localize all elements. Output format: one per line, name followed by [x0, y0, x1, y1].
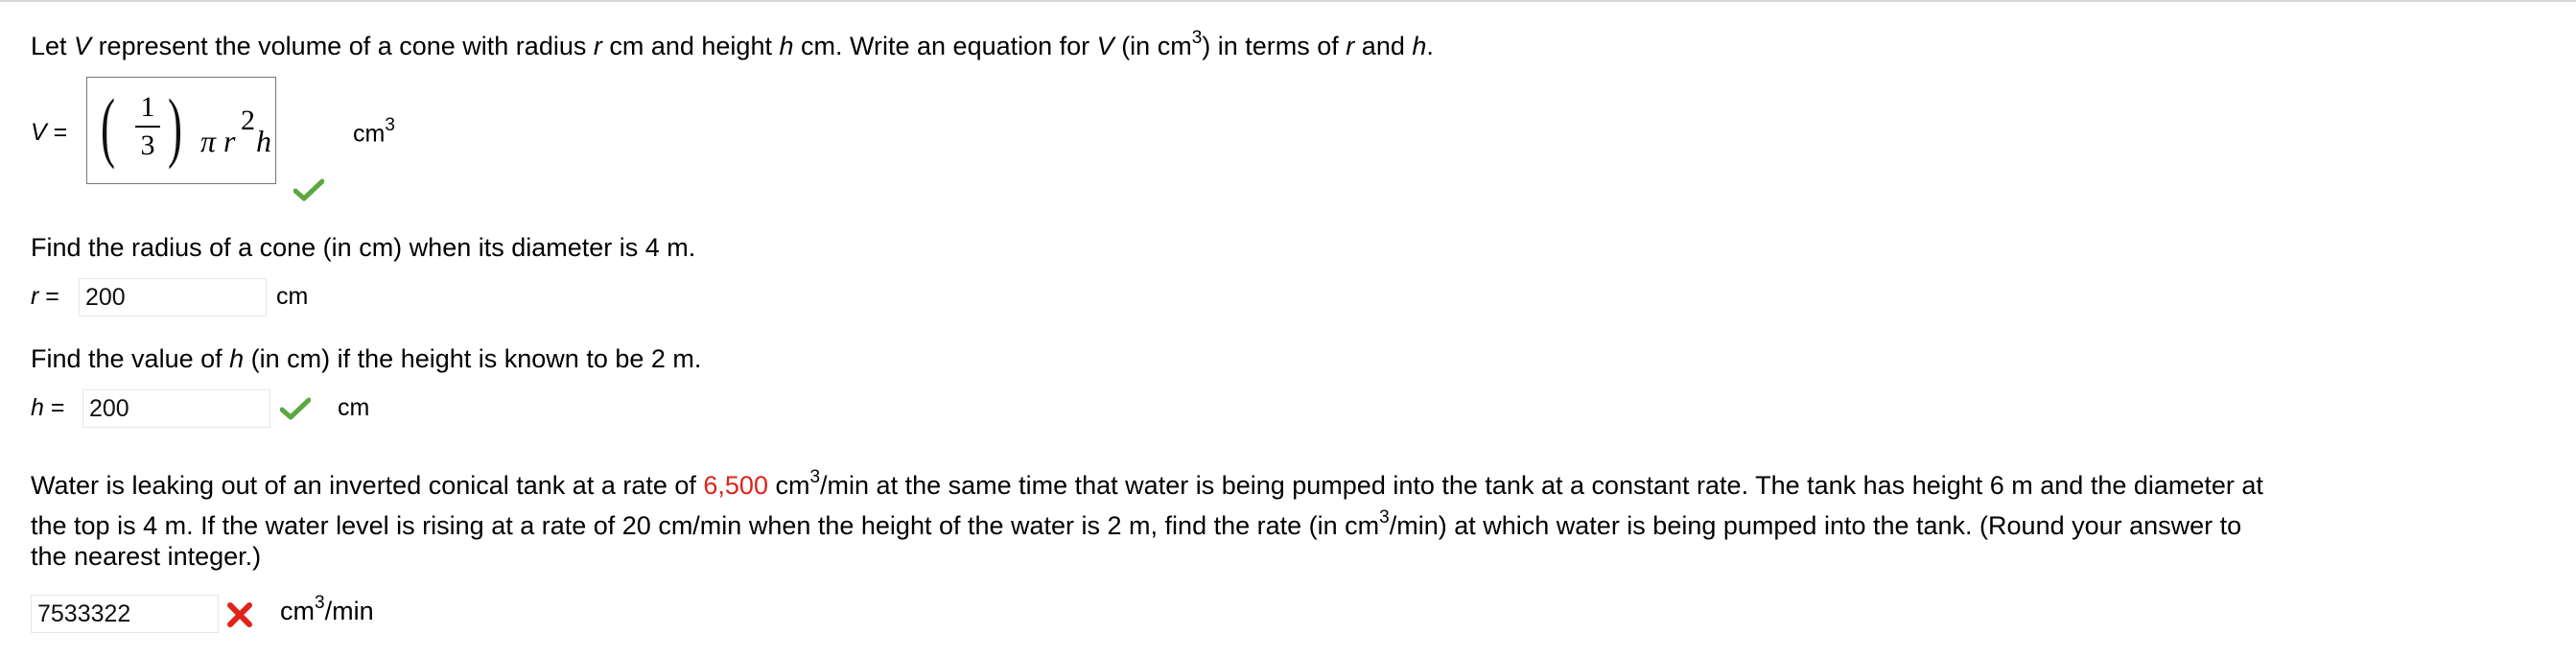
height-unit: cm — [338, 394, 370, 421]
pump-rate-input[interactable] — [31, 595, 219, 633]
fraction: 1 3 — [133, 91, 162, 162]
question-3-prompt: Find the value of h (in cm) if the heigh… — [31, 344, 702, 373]
check-icon — [293, 178, 324, 201]
question-1-prompt: Let V represent the volume of a cone wit… — [31, 28, 1434, 60]
question-4-prompt-line-2: the top is 4 m. If the water level is ri… — [31, 507, 2242, 540]
question-2-prompt: Find the radius of a cone (in cm) when i… — [31, 233, 696, 262]
radius-label: r = — [31, 283, 59, 310]
radius-input[interactable] — [79, 278, 267, 317]
radius-var: r — [223, 124, 236, 158]
pump-rate-unit: cm3/min — [280, 593, 374, 625]
check-icon — [280, 397, 311, 420]
leak-rate: 6,500 — [703, 471, 768, 500]
volume-unit: cm3 — [353, 115, 395, 148]
volume-formula-answer[interactable]: ( 1 3 ) π r 2 h — [86, 77, 276, 184]
denominator: 3 — [140, 129, 155, 161]
exponent: 2 — [241, 105, 255, 136]
left-paren: ( — [101, 82, 116, 170]
question-4-prompt-line-1: Water is leaking out of an inverted coni… — [31, 467, 2263, 500]
radius-unit: cm — [276, 283, 309, 310]
volume-label: V = — [31, 119, 68, 146]
incorrect-icon — [227, 602, 252, 627]
height-input[interactable] — [82, 389, 270, 428]
top-divider — [0, 0, 2576, 2]
question-4-prompt-line-3: the nearest integer.) — [31, 542, 262, 571]
height-var: h — [256, 124, 271, 158]
right-paren: ) — [168, 82, 183, 170]
height-label: h = — [31, 394, 65, 421]
numerator: 1 — [140, 91, 155, 123]
pi-symbol: π — [200, 124, 217, 158]
